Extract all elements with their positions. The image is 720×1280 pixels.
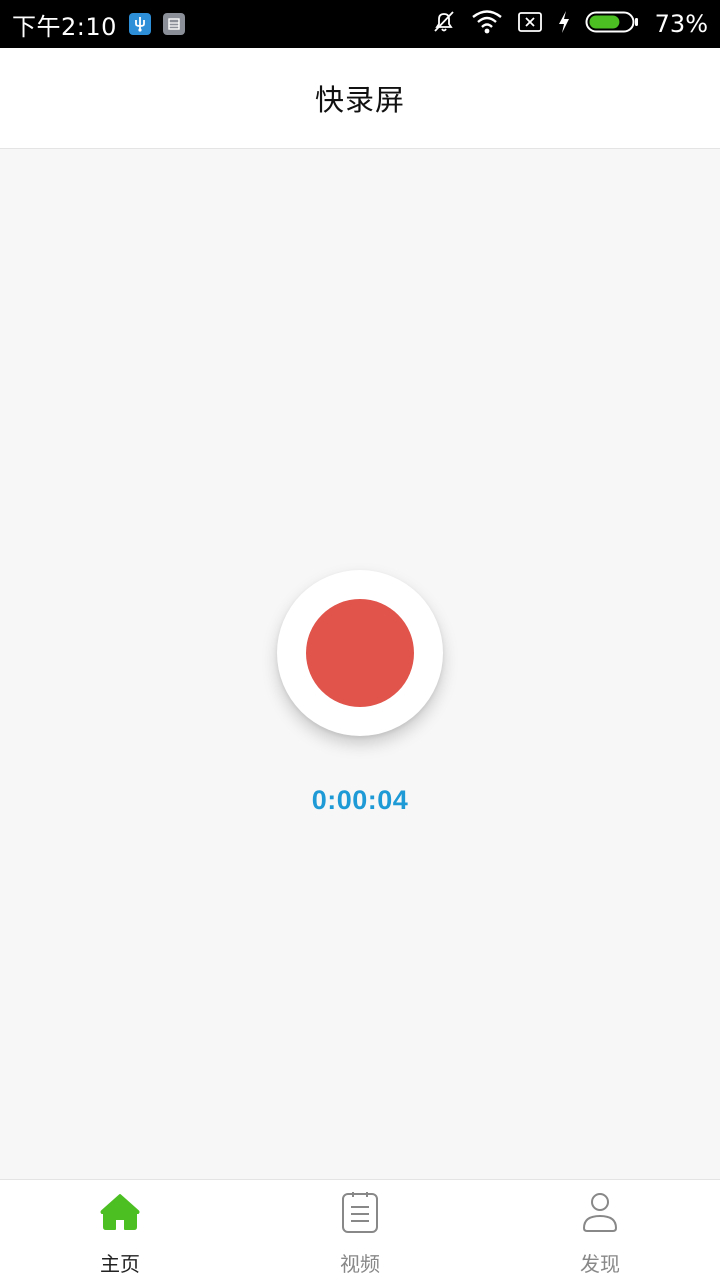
screen: 下午2:10 73% 快录屏 0:00:04 主页 视频 发现	[0, 0, 720, 1280]
record-icon	[306, 599, 414, 707]
charging-icon	[557, 10, 571, 38]
sim-icon	[162, 13, 185, 35]
nav-label-videos: 视频	[340, 1252, 380, 1276]
bell-off-icon	[431, 9, 457, 39]
nav-item-home[interactable]: 主页	[0, 1180, 240, 1280]
status-bar: 下午2:10 73%	[0, 0, 720, 48]
status-time: 下午2:10	[12, 12, 117, 41]
status-left: 下午2:10	[12, 7, 185, 42]
wifi-icon	[471, 9, 503, 39]
nav-label-home: 主页	[100, 1252, 140, 1276]
home-icon	[98, 1190, 142, 1234]
nav-item-discover[interactable]: 发现	[480, 1180, 720, 1280]
page-title: 快录屏	[314, 83, 405, 117]
no-signal-icon	[517, 10, 543, 38]
user-icon	[578, 1190, 622, 1234]
record-button[interactable]	[277, 570, 443, 736]
list-icon	[338, 1190, 382, 1234]
nav-item-videos[interactable]: 视频	[240, 1180, 480, 1280]
battery-percent: 73%	[654, 10, 708, 38]
battery-icon	[585, 9, 639, 39]
usb-icon	[128, 13, 151, 35]
status-right: 73%	[431, 9, 708, 39]
nav-label-discover: 发现	[580, 1252, 620, 1276]
bottom-nav: 主页 视频 发现	[0, 1179, 720, 1280]
main-content: 0:00:04	[0, 149, 720, 1179]
app-bar: 快录屏	[0, 48, 720, 149]
recording-timer: 0:00:04	[311, 785, 409, 815]
